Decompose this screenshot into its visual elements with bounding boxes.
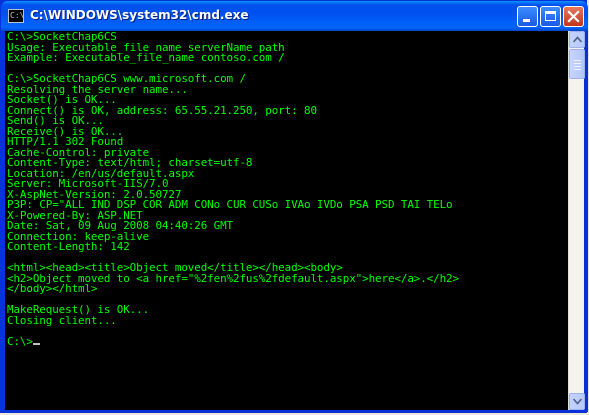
vertical-scrollbar[interactable]	[568, 31, 585, 410]
thumb-grip	[574, 63, 581, 64]
cmd-window: C:\ C:\WINDOWS\system32\cmd.exe C:\>Sock…	[0, 0, 588, 413]
scroll-up-arrow-icon	[573, 36, 582, 43]
console-prompt: C:\>	[7, 334, 33, 348]
minimize-button[interactable]	[517, 6, 538, 27]
thumb-grip	[574, 60, 581, 61]
maximize-button[interactable]	[540, 6, 561, 27]
close-button[interactable]	[563, 6, 584, 27]
close-icon	[567, 10, 580, 23]
console-line: Closing client...	[7, 313, 117, 327]
scroll-thumb[interactable]	[569, 49, 585, 79]
cmd-app-icon[interactable]: C:\	[8, 9, 24, 23]
window-title: C:\WINDOWS\system32\cmd.exe	[30, 8, 249, 22]
console-output[interactable]: C:\>SocketChap6CS Usage: Executable_file…	[5, 31, 568, 410]
window-frame: C:\>SocketChap6CS Usage: Executable_file…	[1, 31, 588, 412]
thumb-grip	[574, 69, 581, 70]
console-line: Example: Executable_file_name contoso.co…	[7, 51, 285, 64]
maximize-icon	[545, 11, 556, 21]
scroll-up-button[interactable]	[569, 31, 585, 48]
scroll-down-arrow-icon	[573, 398, 582, 405]
console-line: </body></html>	[7, 282, 98, 295]
minimize-icon	[523, 19, 530, 22]
text-cursor	[32, 342, 40, 345]
console-text: C:\>SocketChap6CS Usage: Executable_file…	[5, 31, 568, 347]
thumb-grip	[574, 66, 581, 67]
title-bar[interactable]: C:\ C:\WINDOWS\system32\cmd.exe	[1, 1, 588, 31]
scroll-down-button[interactable]	[569, 393, 585, 410]
console-line: Content-Length: 142	[7, 240, 130, 253]
